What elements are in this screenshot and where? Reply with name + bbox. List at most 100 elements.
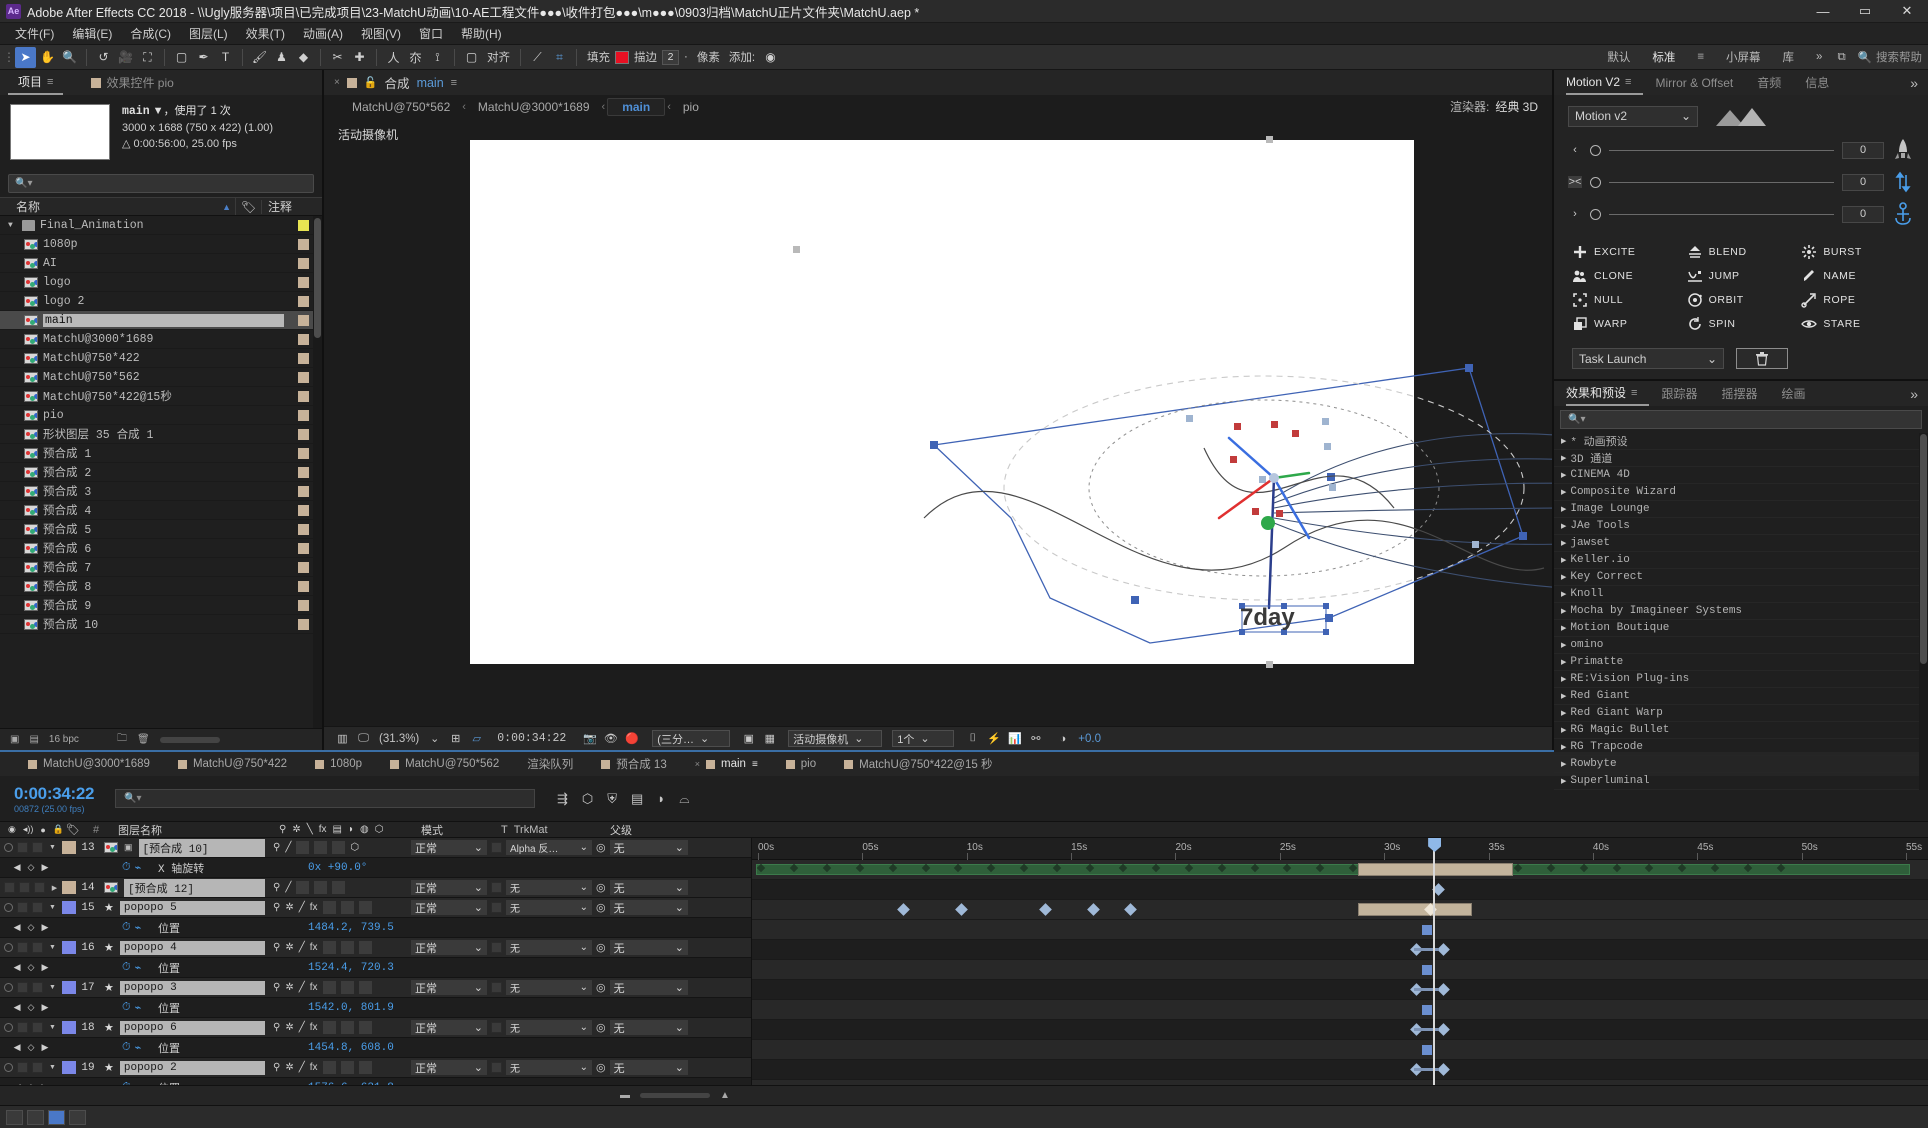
timeline-tab-3[interactable]: MatchU@750*562 xyxy=(376,752,513,776)
menu-item-file[interactable]: 文件(F) xyxy=(6,23,63,44)
timecode-value[interactable]: 0:00:34:22 xyxy=(14,784,115,804)
transparency-grid-icon[interactable]: ▦ xyxy=(761,730,778,747)
layer-name-label[interactable]: popopo 6 xyxy=(120,1021,265,1035)
disclosure-triangle-icon[interactable]: ▶ xyxy=(1561,760,1566,769)
timeline-layer-track[interactable] xyxy=(752,1040,1928,1060)
solo-switch[interactable] xyxy=(32,942,43,953)
collapse-switch[interactable]: ✲ xyxy=(285,942,293,953)
disclosure-triangle-icon[interactable]: ▶ xyxy=(1561,556,1566,565)
resolution-select[interactable]: (三分… ⌄ xyxy=(652,730,730,747)
effect-category-row[interactable]: ▶JAe Tools xyxy=(1554,518,1928,535)
timeline-layer-track[interactable] xyxy=(752,920,1928,940)
zoom-chevron-down-icon[interactable]: ⌄ xyxy=(426,730,443,747)
status-icon-2[interactable] xyxy=(27,1110,44,1125)
audio-switch[interactable] xyxy=(17,842,28,853)
timeline-zoom-in-icon[interactable]: ▲ xyxy=(720,1090,730,1101)
menu-item-help[interactable]: 帮助(H) xyxy=(452,23,511,44)
project-item[interactable]: ▼Final_Animation xyxy=(0,216,322,235)
composition-stage[interactable]: 活动摄像机 xyxy=(324,118,1552,726)
pixel-aspect-icon[interactable]: ⌷ xyxy=(964,730,981,747)
effect-category-row[interactable]: ▶3D 通道 xyxy=(1554,450,1928,467)
motion-blur-switch[interactable] xyxy=(341,941,354,954)
layer-trkmat-select[interactable]: 无⌄ xyxy=(506,980,592,995)
add-keyframe-icon[interactable]: ◇ xyxy=(28,922,35,933)
effect-category-row[interactable]: ▶Image Lounge xyxy=(1554,501,1928,518)
disclosure-triangle-icon[interactable]: ▶ xyxy=(1561,777,1566,786)
timeline-layer-row[interactable]: ▼16★popopo 4⚲✲╱fx正常⌄无⌄◎无⌄ xyxy=(0,938,751,958)
effects-switch[interactable]: fx xyxy=(310,1022,318,1033)
rocket-icon[interactable] xyxy=(1892,137,1914,163)
project-item[interactable]: 预合成 6 xyxy=(0,539,322,558)
disclosure-triangle-icon[interactable]: ▼ xyxy=(8,221,17,230)
quality-switch[interactable]: ╱ xyxy=(285,842,291,853)
disclosure-triangle-icon[interactable]: ▶ xyxy=(1561,743,1566,752)
parent-pickwhip-icon[interactable]: ◎ xyxy=(596,1021,606,1034)
timeline-layer-row[interactable]: ▼18★popopo 6⚲✲╱fx正常⌄无⌄◎无⌄ xyxy=(0,1018,751,1038)
tab-close-icon[interactable]: × xyxy=(334,77,340,88)
text-tool[interactable]: T xyxy=(215,47,236,68)
region-of-interest-toggle-icon[interactable]: ▣ xyxy=(740,730,757,747)
layer-name-label[interactable]: popopo 4 xyxy=(120,941,265,955)
project-item[interactable]: AI xyxy=(0,254,322,273)
timeline-property-row[interactable]: ◀◇▶⏱⌁X 轴旋转0x +90.0° xyxy=(0,858,751,878)
effect-category-row[interactable]: ▶Keller.io xyxy=(1554,552,1928,569)
view-layout-select[interactable]: 1个 ⌄ xyxy=(892,730,954,747)
project-item[interactable]: MatchU@750*562 xyxy=(0,368,322,387)
effect-category-row[interactable]: ▶omino xyxy=(1554,637,1928,654)
puppet-bend-tool[interactable]: ⟟ xyxy=(427,47,448,68)
stroke-width-field[interactable]: 2 xyxy=(662,50,679,65)
timeline-tab-0[interactable]: MatchU@3000*1689 xyxy=(14,752,164,776)
quality-switch[interactable]: ╱ xyxy=(299,902,305,913)
shy-switch[interactable]: ⚲ xyxy=(273,882,280,893)
timeline-property-track[interactable] xyxy=(752,1020,1928,1040)
preserve-transparency-switch[interactable] xyxy=(491,842,502,853)
anchor-icon[interactable] xyxy=(1892,201,1914,227)
keyframe-marker[interactable] xyxy=(1437,943,1450,956)
preserve-transparency-switch[interactable] xyxy=(491,882,502,893)
disclosure-triangle-icon[interactable]: ▼ xyxy=(47,944,58,951)
timeline-property-track[interactable] xyxy=(752,1060,1928,1080)
frame-blend-switch[interactable] xyxy=(296,841,309,854)
disclosure-triangle-icon[interactable]: ▶ xyxy=(1561,624,1566,633)
timeline-tab-4[interactable]: 渲染队列 xyxy=(513,752,587,776)
footer-frame-icon[interactable]: ▤ xyxy=(29,734,38,745)
lock-icon[interactable]: 🔓 xyxy=(364,76,378,89)
keyframe-marker[interactable] xyxy=(897,903,910,916)
motion-button-warp[interactable]: WARP xyxy=(1572,316,1681,332)
project-item[interactable]: 预合成 5 xyxy=(0,520,322,539)
camera-select[interactable]: 活动摄像机 ⌄ xyxy=(788,730,882,747)
preview-dropdown-icon[interactable]: ▼ xyxy=(153,105,164,117)
puppet-overlap-tool[interactable]: 夵 xyxy=(405,47,426,68)
eraser-tool[interactable]: ◆ xyxy=(293,47,314,68)
quality-switch[interactable]: ╱ xyxy=(299,1022,305,1033)
add-target-icon[interactable]: ◉ xyxy=(760,47,781,68)
slider-right-icon[interactable]: › xyxy=(1568,208,1582,220)
preserve-transparency-switch[interactable] xyxy=(491,1022,502,1033)
motion-button-stare[interactable]: STARE xyxy=(1801,316,1910,332)
layer-parent-select[interactable]: 无⌄ xyxy=(610,1060,688,1075)
project-item[interactable]: 1080p xyxy=(0,235,322,254)
disclosure-triangle-icon[interactable]: ▶ xyxy=(1561,505,1566,514)
audio-switch[interactable] xyxy=(17,982,28,993)
preserve-transparency-switch[interactable] xyxy=(491,902,502,913)
collapse-switch[interactable]: ✲ xyxy=(285,982,293,993)
solo-switch[interactable] xyxy=(32,1062,43,1073)
hide-shy-layers-icon[interactable]: ⛨ xyxy=(607,791,617,807)
effect-category-row[interactable]: ▶Composite Wizard xyxy=(1554,484,1928,501)
parent-pickwhip-icon[interactable]: ◎ xyxy=(596,881,606,894)
workspace-overflow-chevron-icon[interactable]: » xyxy=(1805,51,1833,63)
layer-name-label[interactable]: popopo 3 xyxy=(120,981,265,995)
audio-switch[interactable] xyxy=(17,1022,28,1033)
slider-center-icon[interactable]: >< xyxy=(1568,176,1582,188)
toggle-view-icon[interactable]: 🖵 xyxy=(355,730,372,747)
project-item[interactable]: MatchU@750*422 xyxy=(0,349,322,368)
menu-item-edit[interactable]: 编辑(E) xyxy=(63,23,121,44)
solo-switch[interactable] xyxy=(32,902,43,913)
timeline-ruler[interactable]: 00s05s10s15s20s25s30s35s40s45s50s55s xyxy=(752,838,1928,860)
toggle-transparency-grid-icon[interactable]: ▥ xyxy=(334,730,351,747)
solo-switch[interactable] xyxy=(34,882,45,893)
disclosure-triangle-icon[interactable]: ▶ xyxy=(1561,454,1566,463)
adjustment-switch[interactable] xyxy=(359,941,372,954)
motion-button-null[interactable]: NULL xyxy=(1572,292,1681,308)
effects-switch[interactable]: fx xyxy=(310,902,318,913)
